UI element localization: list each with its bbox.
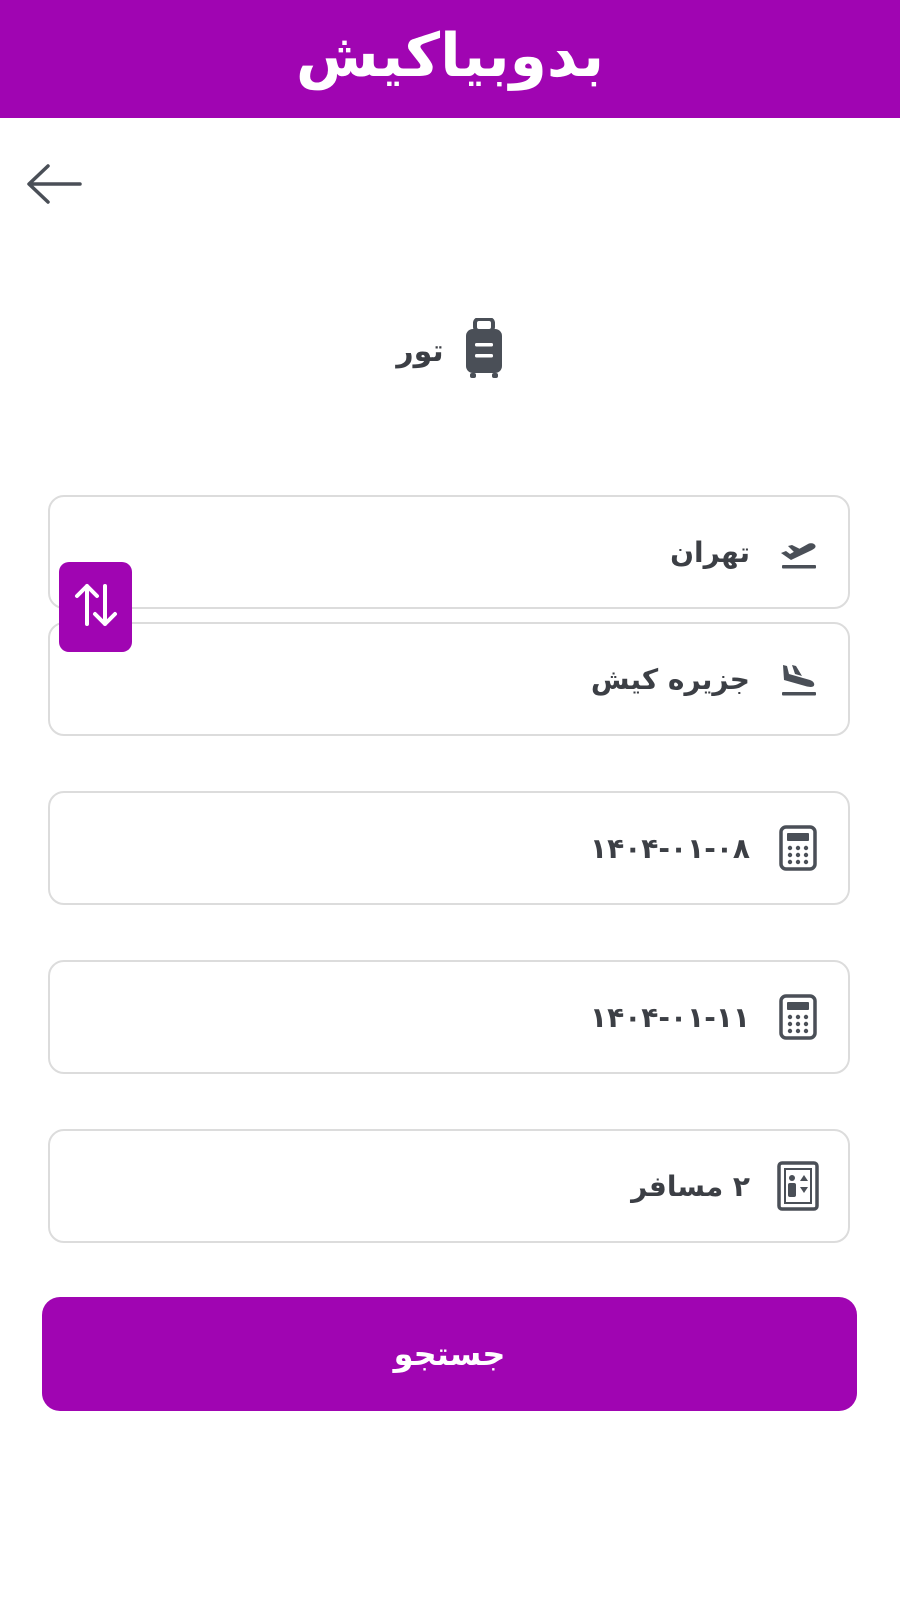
arrow-left-icon [24,162,84,210]
app-header: بدوبیاکیش [0,0,900,118]
depart-date-value: ۱۴۰۴-۰۱-۰۸ [590,831,750,865]
destination-value: جزیره کیش [590,662,750,696]
search-button-label: جستجو [393,1335,506,1373]
luggage-icon [464,317,504,384]
section-title-text: تور [396,333,444,369]
destination-field[interactable]: جزیره کیش [48,622,850,736]
origin-field[interactable]: تهران [48,495,850,609]
swap-vertical-icon [73,580,119,634]
swap-button[interactable] [59,562,132,652]
depart-date-field[interactable]: ۱۴۰۴-۰۱-۰۸ [48,791,850,905]
brand-logo: بدوبیاکیش [295,21,605,91]
passenger-icon [776,1161,820,1211]
plane-landing-icon [776,655,820,703]
search-button[interactable]: جستجو [42,1297,857,1411]
passengers-value: ۲ مسافر [631,1169,750,1203]
return-date-value: ۱۴۰۴-۰۱-۱۱ [590,1000,750,1034]
return-date-field[interactable]: ۱۴۰۴-۰۱-۱۱ [48,960,850,1074]
calendar-icon [776,993,820,1041]
origin-value: تهران [670,535,750,569]
section-title: تور [0,317,900,384]
calendar-icon [776,824,820,872]
passengers-field[interactable]: ۲ مسافر [48,1129,850,1243]
plane-takeoff-icon [776,528,820,576]
back-button[interactable] [22,158,86,214]
